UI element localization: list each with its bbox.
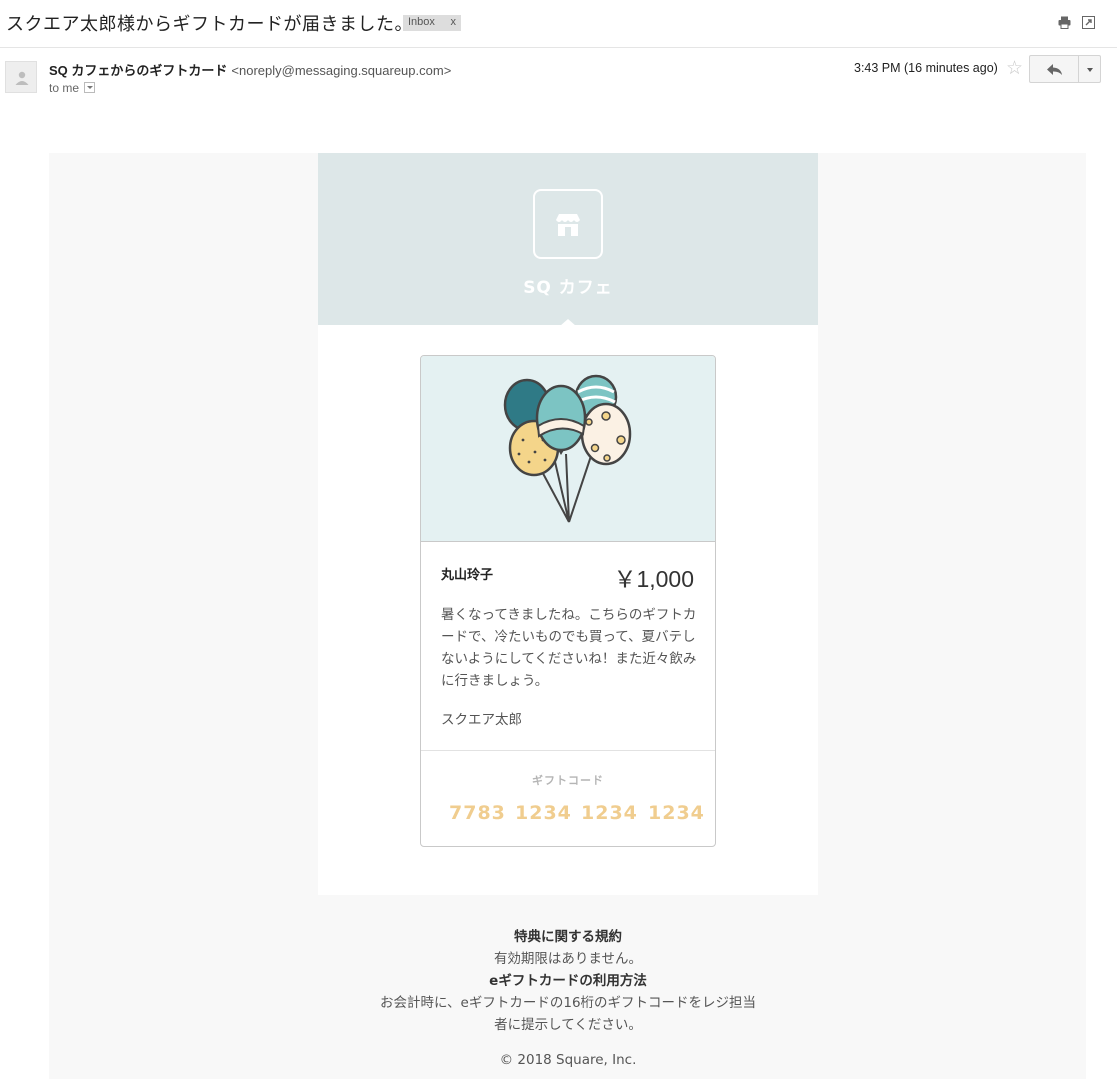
terms-heading: 特典に関する規約 <box>514 929 622 945</box>
banner-notch <box>560 319 576 326</box>
sender-avatar <box>5 61 37 93</box>
reply-icon <box>1047 64 1062 75</box>
subject-row: スクエア太郎様からギフトカードが届きました。 Inbox x <box>0 0 1117 48</box>
sender-name: SQ カフェからのギフトカード <box>49 63 228 78</box>
gift-signature: スクエア太郎 <box>441 712 522 728</box>
balloons-illustration <box>421 356 715 542</box>
printer-icon[interactable] <box>1058 14 1071 29</box>
popout-icon[interactable] <box>1082 14 1095 29</box>
merchant-banner: SQ カフェ <box>318 153 818 326</box>
person-icon <box>15 71 29 85</box>
gift-amount: ￥1,000 <box>613 566 694 592</box>
card-divider <box>421 750 715 751</box>
star-icon[interactable]: ☆ <box>1006 57 1023 79</box>
recipient-name: 丸山玲子 <box>441 568 494 583</box>
terms-text: 有効期限はありません。 <box>493 951 643 967</box>
gift-code-segment: 1234 <box>515 802 572 824</box>
recipient-details-dropdown-icon[interactable] <box>84 82 96 94</box>
copyright: © 2018 Square, Inc. <box>499 1052 637 1068</box>
storefront-icon <box>556 214 580 236</box>
inbox-label-chip[interactable]: Inbox x <box>403 15 461 31</box>
sender-line: SQ カフェからのギフトカード <noreply@messaging.square… <box>49 60 451 79</box>
inbox-label-text: Inbox <box>408 16 435 28</box>
email-subject: スクエア太郎様からギフトカードが届きました。 <box>6 14 413 35</box>
message-timestamp: 3:43 PM (16 minutes ago) <box>854 61 998 75</box>
gift-card: 丸山玲子 ￥1,000 暑くなってきましたね。こちらのギフトカードで、冷たいもの… <box>420 355 716 847</box>
more-actions-button[interactable] <box>1078 55 1101 83</box>
reply-button[interactable] <box>1029 55 1079 83</box>
recipient-line: to me <box>49 81 96 95</box>
sender-email: <noreply@messaging.squareup.com> <box>231 63 452 78</box>
store-name: SQ カフェ <box>523 278 613 298</box>
gift-code-segment: 1234 <box>581 802 638 824</box>
balloons-icon <box>503 374 632 523</box>
usage-text-line-1: お会計時に、eギフトカードの16桁のギフトコードをレジ担当 <box>379 995 757 1011</box>
store-logo <box>533 189 603 259</box>
gift-message: 暑くなってきましたね。こちらのギフトカードで、冷たいものでも買って、夏バテしない… <box>441 607 697 689</box>
gift-code-segment: 1234 <box>648 802 705 824</box>
usage-text-line-2: 者に提示してください。 <box>494 1017 642 1033</box>
gift-code-label: ギフトコード <box>532 774 604 787</box>
to-me-label: to me <box>49 81 80 95</box>
gift-code-segment: 7783 <box>449 802 506 824</box>
remove-label-button[interactable]: x <box>451 16 457 28</box>
usage-heading: eギフトカードの利用方法 <box>489 973 647 989</box>
email-content: SQ カフェ 丸山玲子 ￥1,000 暑くなってきましたね。こちらのギフトカード… <box>318 153 818 895</box>
